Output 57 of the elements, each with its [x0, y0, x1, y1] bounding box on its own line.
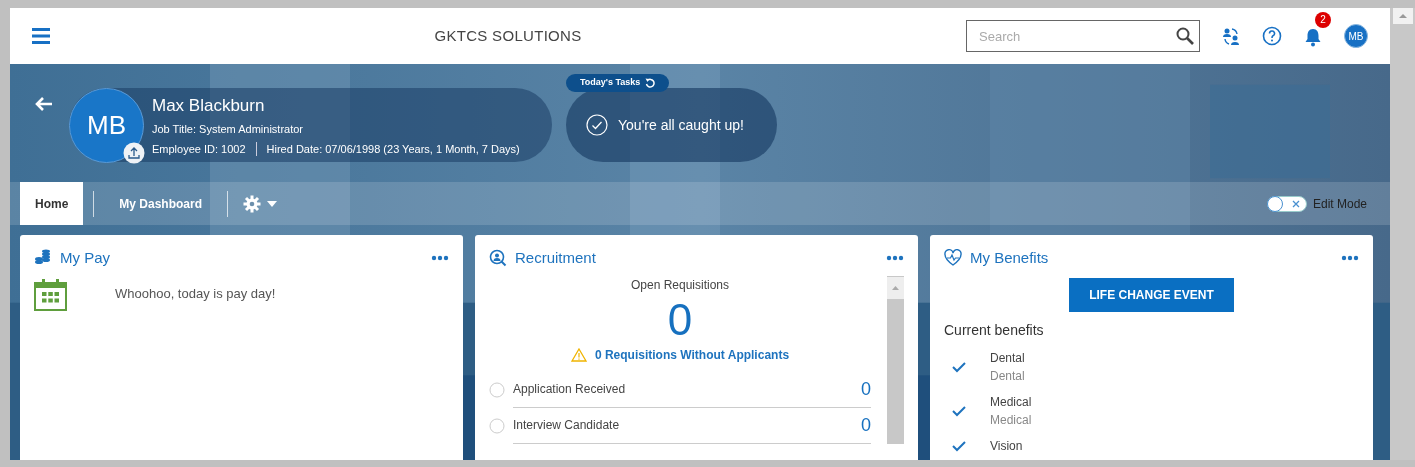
avatar[interactable]: MB [1344, 24, 1368, 48]
card-title[interactable]: My Pay [60, 247, 110, 270]
employee-id: Employee ID: 1002 [152, 141, 246, 157]
check-circle-icon [586, 114, 608, 136]
card-title[interactable]: My Benefits [970, 247, 1049, 270]
requisition-count[interactable]: 0 [667, 294, 693, 344]
upload-icon[interactable] [123, 141, 145, 164]
benefit-name: Vision [990, 437, 1023, 455]
more-icon[interactable] [886, 255, 904, 262]
section-heading: Current benefits [944, 320, 1045, 340]
timeline-node-icon [489, 417, 505, 434]
benefit-plan: Medical [990, 411, 1032, 429]
app-title: GKTCS SOLUTIONS [433, 25, 583, 46]
back-arrow-icon[interactable] [35, 96, 53, 112]
close-icon [1291, 199, 1300, 208]
stage-count[interactable]: 0 [861, 375, 871, 403]
person-search-icon [489, 249, 507, 268]
tasks-label: Today's Tasks [580, 76, 641, 89]
warning-link[interactable]: 0 Requisitions Without Applicants [594, 345, 790, 364]
people-swap-icon[interactable] [1222, 26, 1240, 46]
stage-label: Application Received [513, 381, 627, 398]
warning-icon [570, 347, 587, 362]
stage-count[interactable]: 0 [861, 411, 871, 439]
scrollbar[interactable] [887, 275, 904, 444]
avatar-initials: MB [87, 108, 126, 142]
more-icon[interactable] [431, 255, 449, 262]
pay-message: Whoohoo, today is pay day! [115, 285, 276, 304]
tasks-tag[interactable]: Today's Tasks [566, 74, 670, 92]
employee-name: Max Blackburn [152, 94, 266, 117]
check-icon [952, 360, 966, 373]
menu-icon[interactable] [32, 27, 50, 45]
bell-icon[interactable] [1304, 26, 1322, 47]
refresh-icon[interactable] [645, 77, 656, 88]
timeline-node-icon [489, 381, 505, 398]
section-subtitle: Open Requisitions [630, 277, 730, 292]
job-title: Job Title: System Administrator [152, 122, 304, 138]
card-title[interactable]: Recruitment [515, 247, 596, 270]
benefit-name: Medical [990, 393, 1032, 411]
benefit-plan: Dental [990, 367, 1025, 385]
check-icon [952, 404, 966, 417]
caret-icon [267, 200, 278, 207]
tasks-message: You're all caught up! [618, 115, 744, 135]
edit-mode-label: Edit Mode [1312, 195, 1367, 213]
more-icon[interactable] [1341, 255, 1359, 262]
life-change-event-button[interactable]: LIFE CHANGE EVENT [1069, 277, 1234, 312]
help-icon[interactable] [1262, 26, 1282, 46]
stage-label: Interview Candidate [513, 417, 621, 434]
notification-badge: 2 [1315, 12, 1331, 28]
heart-pulse-icon [944, 249, 962, 268]
hired-date: Hired Date: 07/06/1998 (23 Years, 1 Month, 7 Days) [266, 141, 520, 157]
tab[interactable]: Home [20, 182, 84, 225]
check-icon [952, 439, 966, 452]
tab[interactable]: My Dashboard [104, 182, 218, 225]
calendar-icon [34, 277, 67, 311]
search-field[interactable]: Search [966, 20, 1200, 52]
benefit-name: Dental [990, 349, 1025, 367]
search-icon[interactable] [1176, 27, 1194, 45]
